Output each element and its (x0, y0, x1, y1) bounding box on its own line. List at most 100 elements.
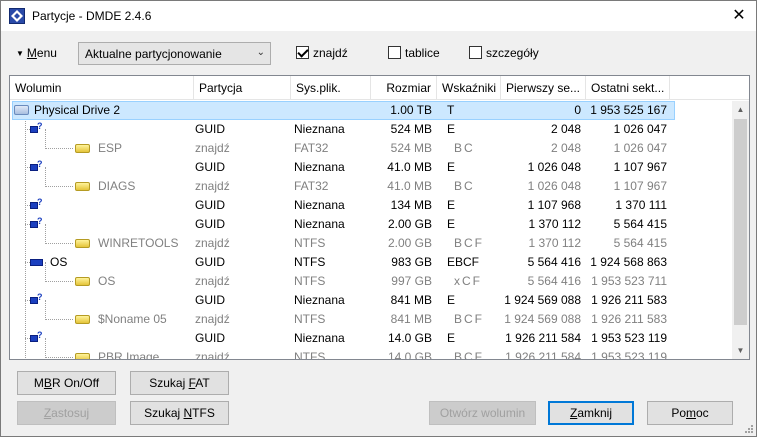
column-header-size[interactable]: Rozmiar (371, 76, 437, 100)
volume-icon (75, 315, 90, 324)
search-ntfs-button[interactable]: Szukaj NTFS (130, 401, 229, 425)
table-row[interactable]: $Noname 05 znajdź NTFS 841 MB BCF 1 924 569 0… (10, 300, 732, 329)
table-row[interactable]: ? GUID Nieznana 841 MB E 1 924 569 088 1 926 2… (10, 291, 732, 310)
checkbox-tables-box[interactable] (388, 46, 401, 59)
scroll-up-icon[interactable]: ▲ (732, 101, 749, 118)
row-first-sector: 1 924 569 088 (504, 312, 581, 326)
checkbox-details[interactable]: szczegóły (469, 46, 539, 60)
row-filesystem: FAT32 (294, 179, 329, 193)
title-bar: Partycje - DMDE 2.4.6 ✕ (1, 1, 756, 31)
row-filesystem: NTFS (294, 312, 326, 326)
apply-button[interactable]: Zastosuj (17, 401, 116, 425)
table-row-drive[interactable]: Physical Drive 2 1.00 TB T 0 1 953 525 167 (10, 101, 732, 120)
row-partition-type: znajdź (195, 274, 230, 288)
row-flags: E (447, 122, 456, 136)
partition-list[interactable]: Wolumin Partycja Sys.plik. Rozmiar Wskaź… (9, 75, 750, 360)
row-filesystem: NTFS (294, 350, 326, 360)
close-window-icon[interactable]: ✕ (722, 1, 756, 31)
menu-button[interactable]: ▼ Menu (16, 46, 57, 60)
row-size: 841 MB (390, 312, 432, 326)
unknown-partition-icon: ? (30, 159, 44, 172)
checkbox-details-box[interactable] (469, 46, 482, 59)
row-filesystem: Nieznana (294, 331, 345, 345)
question-mark-icon: ? (37, 197, 43, 207)
row-last-sector: 1 026 047 (613, 122, 667, 136)
row-partition-type: GUID (195, 331, 225, 345)
caret-down-icon: ▼ (16, 49, 24, 58)
tree-connector-branch (45, 319, 73, 320)
table-row[interactable]: DIAGS znajdź FAT32 41.0 MB BC 1 026 048 1 107 … (10, 167, 732, 196)
checkbox-tables[interactable]: tablice (388, 46, 440, 60)
row-filesystem: Nieznana (294, 217, 345, 231)
mbr-toggle-button[interactable]: MBR On/Off (17, 371, 116, 395)
table-row[interactable]: OS znajdź NTFS 997 GB xCF 5 564 416 1 953 523 … (10, 262, 732, 291)
table-row[interactable]: ? GUID Nieznana 14.0 GB E 1 926 211 584 1 953 … (10, 329, 732, 348)
column-header-flags[interactable]: Wskaźniki (437, 76, 501, 100)
column-header-partition[interactable]: Partycja (194, 76, 291, 100)
row-last-sector: 5 564 415 (613, 217, 667, 231)
tree-connector-line (45, 167, 46, 187)
table-row[interactable]: WINRETOOLS znajdź NTFS 2.00 GB BCF 1 370 112 5… (10, 224, 732, 253)
resize-grip-icon[interactable] (744, 424, 754, 434)
table-row[interactable]: PBR Image znajdź NTFS 14.0 GB BCF 1 926 211 5… (10, 338, 732, 360)
question-mark-icon: ? (37, 216, 43, 226)
vertical-scrollbar[interactable]: ▲ ▼ (732, 101, 749, 359)
row-volume-name: $Noname 05 (98, 312, 167, 326)
row-filesystem: Nieznana (294, 198, 345, 212)
partition-block-icon (30, 259, 43, 266)
row-size: 2.00 GB (387, 217, 432, 231)
row-first-sector: 1 926 211 584 (505, 350, 581, 360)
tree-connector-branch (45, 243, 73, 244)
tree-connector-line (45, 300, 46, 320)
partitioning-mode-select[interactable]: Aktualne partycjonowanie ⌄ (78, 42, 271, 65)
question-mark-icon: ? (37, 159, 43, 169)
row-last-sector: 1 107 967 (613, 160, 667, 174)
table-row[interactable]: ? GUID Nieznana 2.00 GB E 1 370 112 5 564 415 (10, 215, 732, 234)
row-last-sector: 1 926 211 583 (591, 293, 667, 307)
button-label-end: oc (696, 406, 709, 420)
row-last-sector: 5 564 415 (613, 236, 667, 250)
row-filesystem: NTFS (294, 255, 326, 269)
scroll-thumb[interactable] (734, 119, 747, 325)
row-last-sector: 1 953 525 167 (590, 103, 667, 117)
tree-connector-line (45, 129, 46, 149)
column-header-first-sector[interactable]: Pierwszy se... (501, 76, 586, 100)
search-fat-button[interactable]: Szukaj FAT (130, 371, 229, 395)
table-row[interactable]: ? GUID Nieznana 524 MB E 2 048 1 026 047 (10, 120, 732, 139)
unknown-partition-icon: ? (30, 121, 44, 134)
row-last-sector: 1 370 111 (615, 198, 667, 212)
row-last-sector: 1 926 211 583 (591, 312, 667, 326)
scroll-down-icon[interactable]: ▼ (732, 342, 749, 359)
table-row[interactable]: OS GUID NTFS 983 GB EBCF 5 564 416 1 924 568 8… (10, 253, 732, 272)
row-volume-name: Physical Drive 2 (34, 103, 121, 117)
row-first-sector: 0 (574, 103, 581, 117)
unknown-partition-icon: ? (30, 216, 44, 229)
dmde-app-icon (9, 8, 25, 24)
column-header-volume[interactable]: Wolumin (10, 76, 194, 100)
row-volume-name: OS (50, 255, 68, 269)
column-header-last-sector[interactable]: Ostatni sekt... (586, 76, 670, 100)
table-row[interactable]: ? GUID Nieznana 41.0 MB E 1 026 048 1 107 967 (10, 158, 732, 177)
row-size: 41.0 MB (387, 160, 432, 174)
checkbox-found-box[interactable] (296, 46, 309, 59)
tree-connector-line (45, 224, 46, 244)
row-first-sector: 1 026 048 (527, 179, 581, 193)
os-partition-icon (30, 257, 44, 267)
close-button[interactable]: Zamknij (548, 401, 634, 425)
row-first-sector: 5 564 416 (527, 255, 581, 269)
button-label-end: amknij (577, 406, 613, 420)
volume-icon (75, 144, 90, 153)
column-header-filesystem[interactable]: Sys.plik. (291, 76, 371, 100)
partitioning-mode-value: Aktualne partycjonowanie (85, 47, 222, 61)
row-filesystem: NTFS (294, 236, 326, 250)
checkbox-found[interactable]: znajdź (296, 46, 348, 60)
table-row[interactable]: ESP znajdź FAT32 524 MB BC 2 048 1 026 047 (10, 129, 732, 158)
help-button[interactable]: Pomoc (647, 401, 733, 425)
open-volume-button[interactable]: Otwórz wolumin (429, 401, 536, 425)
row-last-sector: 1 107 967 (613, 179, 667, 193)
partitions-window: Partycje - DMDE 2.4.6 ✕ ▼ Menu Aktualne p… (0, 0, 757, 437)
row-flags: EBCF (447, 255, 480, 269)
button-label-start: Szukaj (144, 406, 184, 420)
row-first-sector: 1 924 569 088 (504, 293, 581, 307)
table-row[interactable]: ? GUID Nieznana 134 MB E 1 107 968 1 370 111 (10, 196, 732, 215)
